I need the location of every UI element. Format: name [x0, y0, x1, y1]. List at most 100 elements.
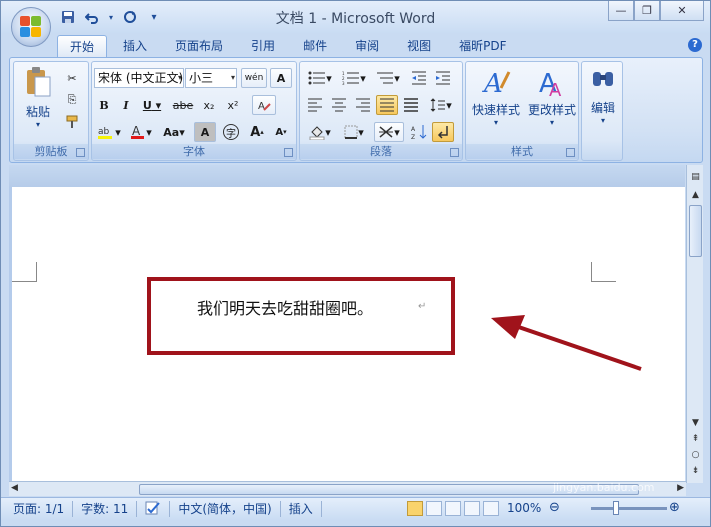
quick-styles-button[interactable]: A 快速样式 ▾: [468, 66, 524, 127]
clear-formatting-icon[interactable]: A: [252, 95, 276, 115]
undo-icon[interactable]: [83, 9, 101, 25]
font-size-combo[interactable]: 小三 ▾: [185, 68, 237, 88]
line-spacing-icon[interactable]: ▾: [426, 95, 456, 115]
tab-page-layout[interactable]: 页面布局: [163, 35, 235, 57]
full-screen-reading-icon[interactable]: [426, 501, 442, 516]
word-count[interactable]: 字数: 11: [73, 501, 138, 517]
office-logo-icon: [20, 16, 42, 38]
vertical-scrollbar[interactable]: ▤ ▲ ▼ ⇞ ○ ⇟: [686, 165, 703, 483]
minimize-icon[interactable]: —: [608, 1, 634, 21]
paragraph-group-label: 段落: [300, 144, 462, 159]
chevron-down-icon: ▾: [177, 73, 182, 82]
char-border-button[interactable]: A: [270, 68, 292, 88]
tab-mailings[interactable]: 邮件: [291, 35, 339, 57]
editing-button[interactable]: 编辑 ▾: [584, 68, 622, 125]
scroll-down-icon[interactable]: ▼: [688, 415, 703, 430]
zoom-out-icon[interactable]: ⊖: [549, 500, 560, 515]
ribbon-tabs: 开始 插入 页面布局 引用 邮件 审阅 视图 福昕PDF: [57, 35, 523, 57]
paragraph-launcher-icon[interactable]: [450, 148, 459, 157]
insert-mode[interactable]: 插入: [281, 501, 322, 517]
zoom-in-icon[interactable]: ⊕: [669, 500, 680, 515]
zoom-slider-thumb[interactable]: [613, 501, 619, 515]
zoom-level[interactable]: 100%: [507, 501, 541, 515]
web-layout-icon[interactable]: [445, 501, 461, 516]
show-marks-icon[interactable]: [432, 122, 454, 142]
copy-icon[interactable]: ⎘: [62, 90, 82, 110]
tab-insert[interactable]: 插入: [111, 35, 159, 57]
grow-font-button[interactable]: A ▴: [246, 122, 268, 142]
restore-icon[interactable]: ❐: [634, 1, 660, 21]
clipboard-group: 粘贴 ▾ ✂ ⎘ 剪贴板: [13, 61, 89, 161]
proofing-icon[interactable]: [137, 501, 171, 517]
enclose-char-button[interactable]: 字: [219, 122, 243, 142]
outline-view-icon[interactable]: [464, 501, 480, 516]
multilevel-list-icon[interactable]: ▾: [372, 68, 404, 88]
office-button[interactable]: [11, 7, 51, 47]
vertical-scroll-thumb[interactable]: [689, 205, 702, 257]
scroll-right-icon[interactable]: ▶: [677, 483, 684, 493]
increase-indent-icon[interactable]: [432, 68, 454, 88]
draft-view-icon[interactable]: [483, 501, 499, 516]
font-color-icon[interactable]: A ▾: [126, 122, 156, 142]
numbering-icon[interactable]: 1 2 3 ▾: [338, 68, 370, 88]
print-layout-view-icon[interactable]: [407, 501, 423, 516]
customize-qat-icon[interactable]: ▾: [145, 9, 163, 25]
highlight-icon[interactable]: ab ▾: [94, 122, 124, 142]
styles-launcher-icon[interactable]: [566, 148, 575, 157]
editing-group: 编辑 ▾: [581, 61, 623, 161]
redo-icon[interactable]: [121, 9, 139, 25]
tab-references[interactable]: 引用: [239, 35, 287, 57]
zoom-slider[interactable]: [591, 507, 667, 510]
chinese-layout-icon[interactable]: ▾: [374, 122, 404, 142]
save-icon[interactable]: [59, 9, 77, 25]
distributed-icon[interactable]: [400, 95, 422, 115]
italic-button[interactable]: I: [116, 95, 136, 115]
format-painter-icon[interactable]: [62, 112, 82, 132]
svg-text:3: 3: [342, 81, 345, 85]
superscript-button[interactable]: x²: [222, 95, 244, 115]
tab-view[interactable]: 视图: [395, 35, 443, 57]
change-styles-button[interactable]: AA 更改样式 ▾: [524, 66, 580, 127]
paste-button[interactable]: 粘贴 ▾: [20, 66, 56, 129]
previous-page-icon[interactable]: ⇞: [688, 431, 703, 446]
underline-button[interactable]: U ▾: [138, 95, 166, 115]
svg-text:A: A: [482, 69, 503, 98]
strikethrough-button[interactable]: abe: [170, 95, 196, 115]
page-count[interactable]: 页面: 1/1: [1, 501, 74, 517]
cut-icon[interactable]: ✂: [62, 68, 82, 88]
align-center-icon[interactable]: [328, 95, 350, 115]
bullets-icon[interactable]: ▾: [304, 68, 336, 88]
clipboard-launcher-icon[interactable]: [76, 148, 85, 157]
tab-review[interactable]: 审阅: [343, 35, 391, 57]
scroll-left-icon[interactable]: ◀: [11, 483, 18, 493]
ruler-toggle-icon[interactable]: ▤: [688, 169, 703, 184]
tab-home[interactable]: 开始: [57, 35, 108, 57]
shrink-font-button[interactable]: A ▾: [270, 122, 292, 142]
justify-icon[interactable]: [376, 95, 398, 115]
phonetic-guide-button[interactable]: wén: [241, 68, 267, 88]
underline-label: U: [142, 98, 152, 112]
browse-object-icon[interactable]: ○: [688, 447, 703, 462]
shading-icon[interactable]: ▾: [304, 122, 336, 142]
font-launcher-icon[interactable]: [284, 148, 293, 157]
tab-foxit-pdf[interactable]: 福昕PDF: [447, 35, 518, 57]
sort-icon[interactable]: AZ: [408, 122, 430, 142]
undo-dropdown-icon[interactable]: ▾: [107, 9, 115, 25]
language-indicator[interactable]: 中文(简体，中国): [170, 501, 281, 517]
char-shading-button[interactable]: A: [194, 122, 216, 142]
bold-button[interactable]: B: [94, 95, 114, 115]
borders-icon[interactable]: ▾: [338, 122, 370, 142]
decrease-indent-icon[interactable]: [408, 68, 430, 88]
subscript-label: x₂: [203, 98, 215, 112]
next-page-icon[interactable]: ⇟: [688, 463, 703, 478]
subscript-button[interactable]: x₂: [198, 95, 220, 115]
align-left-icon[interactable]: [304, 95, 326, 115]
scroll-up-icon[interactable]: ▲: [688, 187, 703, 202]
change-case-button[interactable]: Aa ▾: [158, 122, 190, 142]
help-icon[interactable]: ?: [688, 38, 702, 52]
font-name-combo[interactable]: 宋体 (中文正文) ▾: [94, 68, 184, 88]
align-right-icon[interactable]: [352, 95, 374, 115]
svg-text:A: A: [549, 80, 562, 98]
close-icon[interactable]: ✕: [660, 1, 704, 21]
char-shading-label: A: [200, 125, 210, 139]
